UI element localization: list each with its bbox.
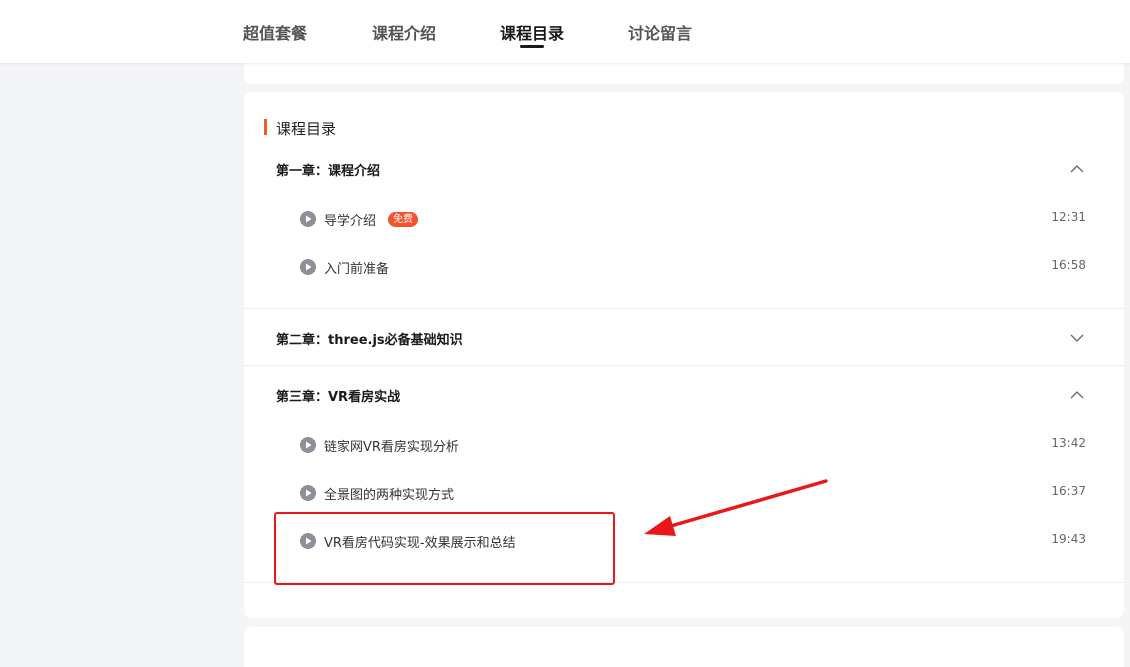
section-accent-bar bbox=[264, 119, 267, 135]
lesson-title: 全景图的两种实现方式 bbox=[324, 488, 455, 503]
free-badge: 免费 bbox=[388, 212, 418, 227]
chevron-up-icon bbox=[1070, 165, 1084, 173]
lesson-item[interactable]: 导学介绍 免费 12:31 bbox=[244, 208, 1124, 230]
lesson-duration: 16:58 bbox=[1051, 258, 1086, 272]
tab-course-intro[interactable]: 课程介绍 bbox=[372, 20, 436, 44]
lesson-duration: 12:31 bbox=[1051, 210, 1086, 224]
catalog-card: 课程目录 第一章：课程介绍 导学介绍 免费 12:31 入门前准备 16:58 … bbox=[244, 92, 1124, 618]
play-icon bbox=[300, 211, 316, 227]
lesson-item[interactable]: 全景图的两种实现方式 16:37 bbox=[244, 482, 1124, 504]
lesson-item[interactable]: 入门前准备 16:58 bbox=[244, 256, 1124, 278]
tab-discussion[interactable]: 讨论留言 bbox=[628, 20, 692, 44]
chapter-divider bbox=[244, 308, 1124, 309]
chapter-1-header[interactable]: 第一章：课程介绍 bbox=[244, 160, 1124, 182]
course-tab-bar: 超值套餐 课程介绍 课程目录 讨论留言 bbox=[0, 0, 1130, 63]
lesson-title: 链家网VR看房实现分析 bbox=[324, 440, 459, 455]
lesson-item[interactable]: 链家网VR看房实现分析 13:42 bbox=[244, 434, 1124, 456]
lesson-item[interactable]: VR看房代码实现-效果展示和总结 19:43 bbox=[244, 530, 1124, 552]
chapter-3-header[interactable]: 第三章：VR看房实战 bbox=[244, 386, 1124, 408]
lesson-title: VR看房代码实现-效果展示和总结 bbox=[324, 536, 516, 551]
lesson-duration: 13:42 bbox=[1051, 436, 1086, 450]
play-icon bbox=[300, 259, 316, 275]
chapter-title: 第一章：课程介绍 bbox=[276, 164, 381, 179]
lesson-title: 导学介绍 bbox=[324, 214, 377, 229]
play-icon bbox=[300, 437, 316, 453]
chevron-down-icon bbox=[1070, 334, 1084, 342]
catalog-title: 课程目录 bbox=[276, 120, 337, 138]
active-tab-indicator bbox=[520, 45, 544, 48]
chapter-divider bbox=[244, 365, 1124, 366]
tab-package[interactable]: 超值套餐 bbox=[243, 20, 307, 44]
lesson-duration: 16:37 bbox=[1051, 484, 1086, 498]
chapter-title: 第二章：three.js必备基础知识 bbox=[276, 333, 463, 348]
chevron-up-icon bbox=[1070, 391, 1084, 399]
next-section-card bbox=[244, 627, 1124, 667]
chapter-2-header[interactable]: 第二章：three.js必备基础知识 bbox=[244, 329, 1124, 351]
play-icon bbox=[300, 533, 316, 549]
tab-course-catalog[interactable]: 课程目录 bbox=[500, 20, 564, 44]
lesson-duration: 19:43 bbox=[1051, 532, 1086, 546]
chapter-title: 第三章：VR看房实战 bbox=[276, 390, 401, 405]
play-icon bbox=[300, 485, 316, 501]
lesson-title: 入门前准备 bbox=[324, 262, 390, 277]
chapter-divider bbox=[244, 582, 1124, 583]
